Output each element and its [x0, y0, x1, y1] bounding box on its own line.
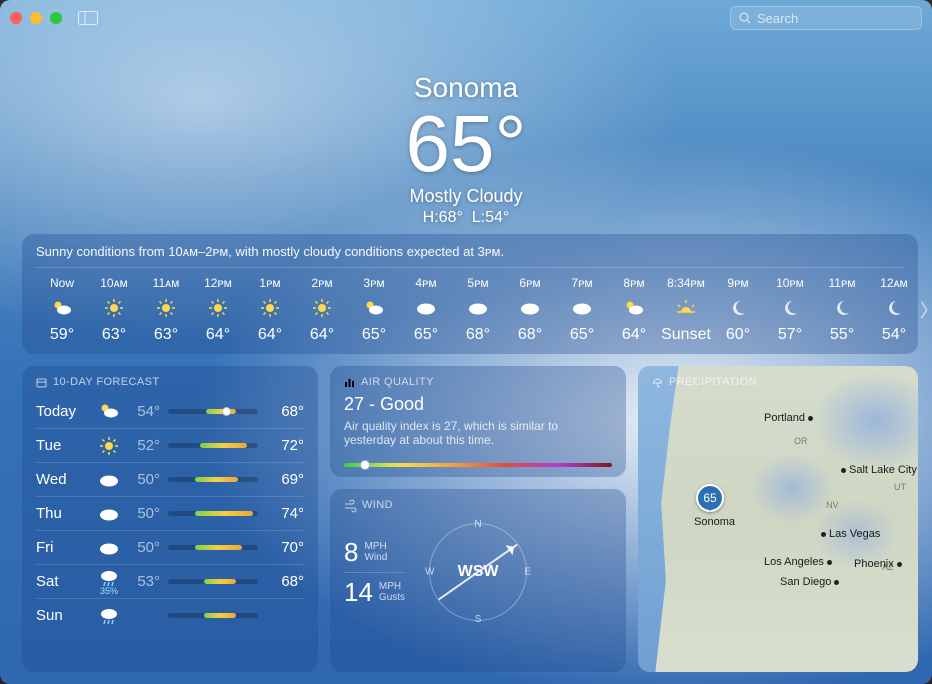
city-label: Salt Lake City [838, 464, 917, 476]
cloud-icon [400, 296, 452, 320]
sidebar-toggle-button[interactable] [76, 9, 100, 27]
hourly-slot: 6ᴘᴍ68° [504, 276, 556, 344]
search-icon [739, 12, 751, 24]
tenday-row[interactable]: Sat35%53°68° [36, 564, 304, 598]
hourly-slot: 11ᴀᴍ63° [140, 276, 192, 344]
hourly-slot: 11ᴘᴍ55° [816, 276, 868, 344]
hourly-slot: 12ᴀᴍ54° [868, 276, 920, 344]
city-label: Portland [764, 412, 816, 424]
hourly-next-button[interactable]: 〉 [920, 297, 932, 323]
hourly-slot: 12ᴘᴍ64° [192, 276, 244, 344]
air-quality-title: AIR QUALITY [361, 376, 434, 388]
location-pin[interactable]: 65 [696, 484, 724, 512]
sunset-icon [660, 296, 712, 320]
calendar-icon [36, 377, 47, 388]
precipitation-card[interactable]: PRECIPITATION ORNVUTAZPortlandSalt Lake … [638, 366, 918, 672]
sun-icon [90, 436, 128, 456]
wind-compass: N S W E WSW [423, 517, 533, 627]
city-label: Phoenix [854, 558, 905, 570]
rain-icon: 35% [90, 568, 128, 596]
partly-icon [608, 296, 660, 320]
city-label: Los Angeles [764, 556, 835, 568]
tenday-row[interactable]: Tue52°72° [36, 428, 304, 462]
sidebar-icon [78, 11, 98, 25]
search-box[interactable] [730, 6, 922, 30]
wind-title: WIND [362, 499, 393, 511]
hourly-slot: 2ᴘᴍ64° [296, 276, 348, 344]
current-hilo: H:68° L:54° [0, 209, 932, 227]
moon-icon [712, 296, 764, 320]
air-quality-scale [344, 463, 612, 467]
hourly-slot: 8ᴘᴍ64° [608, 276, 660, 344]
partly-icon [36, 296, 88, 320]
hourly-slot: 10ᴀᴍ63° [88, 276, 140, 344]
hourly-slot: 4ᴘᴍ65° [400, 276, 452, 344]
tenday-row[interactable]: Fri50°70° [36, 530, 304, 564]
air-quality-desc: Air quality index is 27, which is simila… [344, 419, 612, 447]
cloud-icon [556, 296, 608, 320]
hourly-slot: 10ᴘᴍ57° [764, 276, 816, 344]
city-label: San Diego [780, 576, 842, 588]
hourly-slots: Now59°10ᴀᴍ63°11ᴀᴍ63°12ᴘᴍ64°1ᴘᴍ64°2ᴘᴍ64°3… [36, 276, 920, 344]
hourly-summary: Sunny conditions from 10ᴀᴍ–2ᴘᴍ, with mos… [36, 244, 904, 268]
state-label: UT [894, 482, 906, 492]
city-label: Las Vegas [818, 528, 880, 540]
hourly-slot: 1ᴘᴍ64° [244, 276, 296, 344]
cloud-icon [90, 540, 128, 556]
partly-icon [348, 296, 400, 320]
tenday-row[interactable]: Today54°68° [36, 394, 304, 428]
state-label: OR [794, 436, 808, 446]
umbrella-icon [652, 377, 663, 388]
aqi-icon [344, 377, 355, 388]
hourly-card[interactable]: Sunny conditions from 10ᴀᴍ–2ᴘᴍ, with mos… [22, 234, 918, 354]
window-controls [10, 12, 62, 24]
tenday-row[interactable]: Thu50°74° [36, 496, 304, 530]
sun-icon [244, 296, 296, 320]
hourly-slot: 9ᴘᴍ60° [712, 276, 764, 344]
tenday-title: 10-DAY FORECAST [53, 376, 159, 388]
wind-card[interactable]: WIND 8 MPHWind 14 MPHGusts [330, 489, 626, 672]
air-quality-marker [360, 460, 370, 470]
fullscreen-button[interactable] [50, 12, 62, 24]
sun-icon [192, 296, 244, 320]
tenday-row[interactable]: Wed50°69° [36, 462, 304, 496]
hourly-slot: Now59° [36, 276, 88, 344]
current-conditions: Sonoma 65° Mostly Cloudy H:68° L:54° [0, 72, 932, 227]
partly-icon [90, 401, 128, 421]
air-quality-card[interactable]: AIR QUALITY 27 - Good Air quality index … [330, 366, 626, 477]
hourly-slot: 7ᴘᴍ65° [556, 276, 608, 344]
sun-icon [140, 296, 192, 320]
sun-icon [296, 296, 348, 320]
rain-icon [90, 606, 128, 626]
wind-gust: 14 [344, 577, 373, 608]
hourly-slot: 3ᴘᴍ65° [348, 276, 400, 344]
wind-speed: 8 [344, 537, 358, 568]
sun-icon [88, 296, 140, 320]
cloud-icon [90, 506, 128, 522]
tenday-row[interactable]: Sun [36, 598, 304, 632]
cloud-icon [90, 472, 128, 488]
tenday-card[interactable]: 10-DAY FORECAST Today54°68°Tue52°72°Wed5… [22, 366, 318, 672]
moon-icon [764, 296, 816, 320]
moon-icon [868, 296, 920, 320]
search-input[interactable] [757, 11, 932, 26]
wind-icon [344, 500, 356, 511]
cloud-icon [452, 296, 504, 320]
air-quality-value: 27 - Good [344, 394, 612, 415]
current-high: H:68° [423, 209, 463, 226]
titlebar [0, 0, 932, 36]
moon-icon [816, 296, 868, 320]
precipitation-title: PRECIPITATION [669, 376, 757, 388]
hourly-slot: 5ᴘᴍ68° [452, 276, 504, 344]
current-temp: 65° [0, 104, 932, 184]
hourly-slot: 8:34ᴘᴍSunset [660, 276, 712, 344]
minimize-button[interactable] [30, 12, 42, 24]
current-condition: Mostly Cloudy [0, 186, 932, 207]
current-low: L:54° [472, 209, 510, 226]
cloud-icon [504, 296, 556, 320]
location-pin-label: Sonoma [694, 516, 735, 528]
state-label: NV [826, 500, 839, 510]
close-button[interactable] [10, 12, 22, 24]
weather-window: Sonoma 65° Mostly Cloudy H:68° L:54° Sun… [0, 0, 932, 684]
